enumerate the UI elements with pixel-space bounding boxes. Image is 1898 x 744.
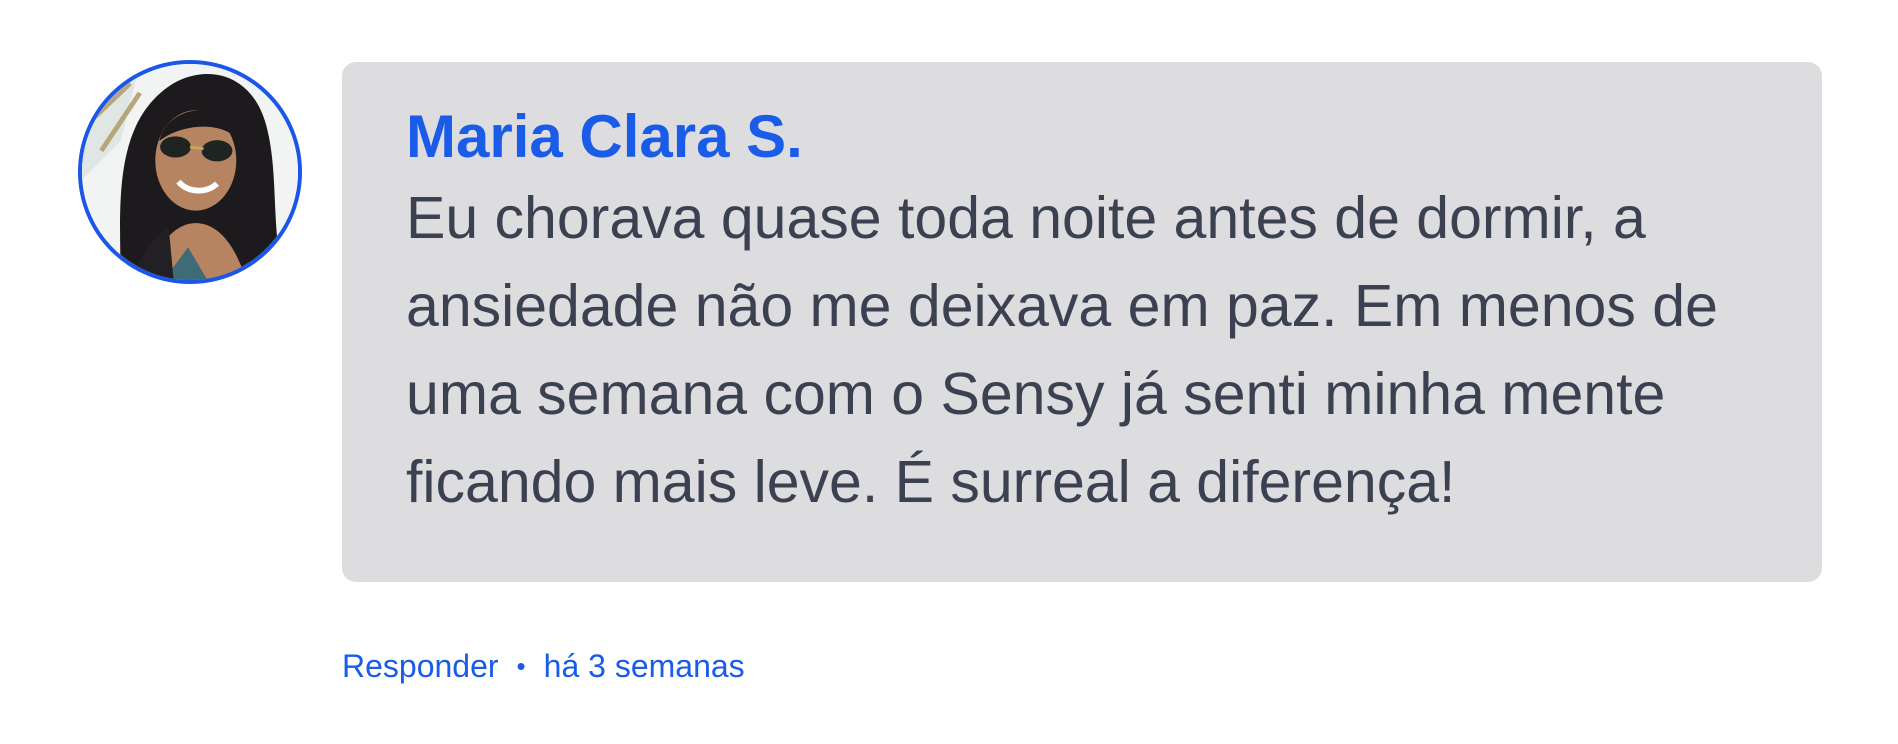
comment: Maria Clara S. Eu chorava quase toda noi… — [0, 0, 1898, 744]
timestamp: há 3 semanas — [543, 647, 745, 684]
separator-dot: • — [516, 650, 526, 681]
comment-text: Eu chorava quase toda noite antes de dor… — [406, 185, 1718, 515]
avatar[interactable] — [78, 60, 302, 284]
avatar-photo — [82, 64, 298, 280]
reply-link[interactable]: Responder — [342, 648, 499, 685]
comment-bubble: Maria Clara S. Eu chorava quase toda noi… — [342, 62, 1822, 582]
author-name[interactable]: Maria Clara S. — [406, 102, 1762, 174]
comment-meta: Responder • há 3 semanas — [342, 644, 745, 688]
